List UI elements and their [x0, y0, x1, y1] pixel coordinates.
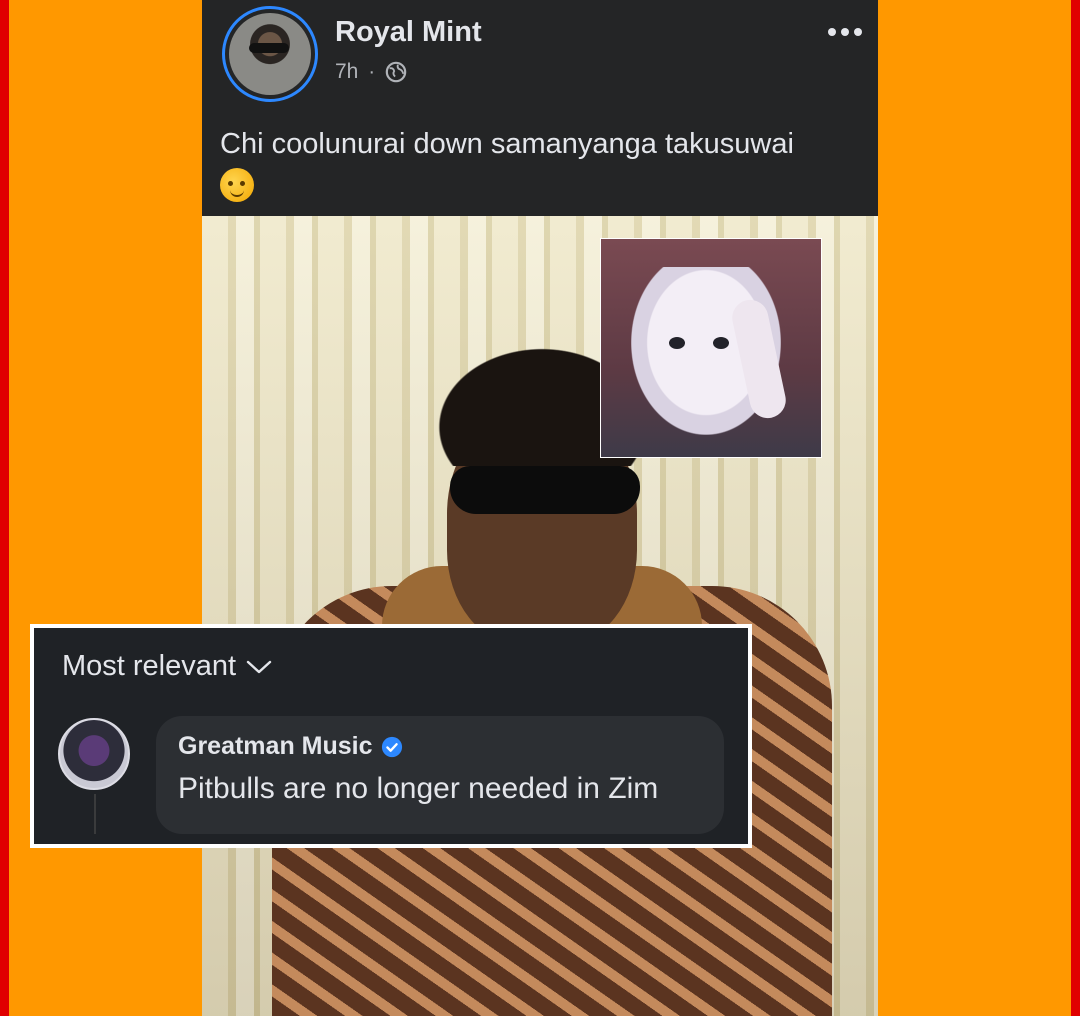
comment-bubble[interactable]: Greatman Music Pitbulls are no longer ne… [156, 716, 724, 834]
more-horizontal-icon[interactable] [828, 28, 862, 36]
globe-icon [385, 61, 407, 83]
post-photo[interactable] [202, 216, 878, 1016]
commenter-name[interactable]: Greatman Music [178, 732, 373, 761]
author-avatar[interactable] [222, 6, 318, 102]
comments-section: Most relevant Greatman Music Pitbulls ar… [30, 624, 752, 848]
bunny-right-eye [713, 337, 729, 349]
right-red-border [1071, 0, 1080, 1016]
sort-label: Most relevant [62, 650, 237, 682]
left-red-border [0, 0, 9, 1016]
angry-bunny-sticker-image [600, 238, 822, 458]
bunny-left-eye [669, 337, 685, 349]
facebook-post: Royal Mint 7h · Chi coolunurai down sama… [202, 0, 878, 1016]
post-caption: Chi coolunurai down samanyanga takusuwai [220, 128, 794, 160]
meta-separator: · [368, 60, 376, 83]
crying-smile-emoji-icon [220, 168, 254, 203]
post-header: Royal Mint 7h · Chi coolunurai down sama… [202, 0, 878, 216]
commenter-header: Greatman Music [178, 732, 403, 761]
sunglasses [450, 466, 640, 514]
verified-badge-icon [381, 736, 403, 758]
comment-text: Pitbulls are no longer needed in Zim [178, 772, 659, 805]
post-text: Chi coolunurai down samanyanga takusuwai [220, 124, 860, 204]
thread-line [94, 794, 96, 834]
chevron-down-icon [246, 659, 272, 675]
author-name[interactable]: Royal Mint [335, 16, 482, 49]
author-avatar-image [229, 13, 311, 95]
post-meta: 7h · [335, 60, 407, 84]
comment-sort-dropdown[interactable]: Most relevant [62, 650, 272, 683]
post-time[interactable]: 7h [335, 60, 358, 84]
commenter-avatar[interactable] [58, 718, 130, 790]
